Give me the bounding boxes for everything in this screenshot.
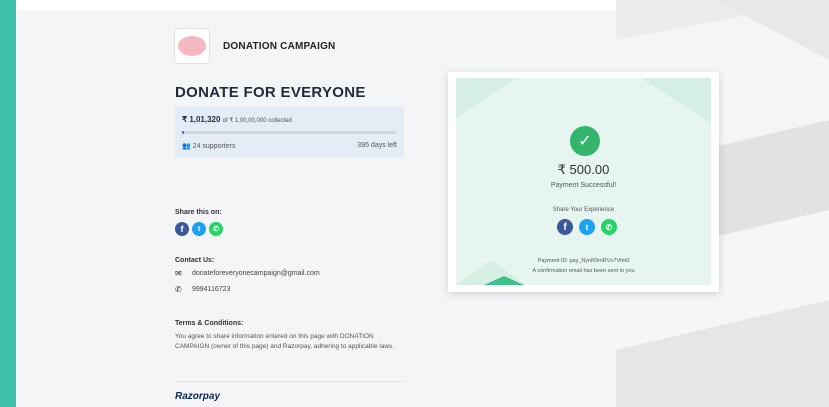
payment-success-card: ✓ ₹ 500.00 Payment Successful! Share You… [448, 72, 719, 292]
payment-success-panel: ✓ ₹ 500.00 Payment Successful! Share You… [456, 78, 711, 285]
payment-status: Payment Successful! [550, 182, 617, 189]
twitter-icon[interactable]: t [192, 222, 206, 236]
card-share-buttons: f t ✆ [557, 219, 617, 235]
progress-bar-fill [182, 131, 185, 134]
payment-id: Payment ID: pay_NynR9mRVn7Vtm0 [537, 258, 630, 264]
campaign-logo [174, 28, 210, 64]
terms-label: Terms & Conditions: [175, 320, 244, 327]
campaign-header: DONATION CAMPAIGN [174, 28, 335, 64]
whatsapp-icon[interactable]: ✆ [601, 219, 617, 235]
collected-suffix: of ₹ 1,00,00,000 collected [222, 118, 292, 124]
contact-phone[interactable]: 9994116723 [192, 286, 230, 293]
accent-strip [0, 0, 16, 407]
page-title: DONATE FOR EVERYONE [175, 84, 366, 101]
logo-badge [178, 36, 206, 56]
facebook-icon[interactable]: f [557, 219, 573, 235]
collected-amount: ₹ 1,01,320 [182, 115, 221, 124]
contact-label: Contact Us: [175, 257, 215, 264]
twitter-icon[interactable]: t [579, 219, 595, 235]
contact-email[interactable]: donateforeveryonecampaign@gmail.com [192, 270, 320, 277]
success-check-icon: ✓ [570, 126, 600, 156]
supporters-icon: 👥 [182, 143, 191, 150]
mail-icon: ✉ [175, 269, 182, 278]
share-label: Share this on: [175, 209, 222, 216]
terms-text: You agree to share information entered o… [175, 333, 395, 350]
whatsapp-icon[interactable]: ✆ [209, 222, 223, 236]
payment-amount: ₹ 500.00 [557, 162, 610, 177]
confirmation-message: A confirmation email has been sent to yo… [532, 268, 635, 274]
share-buttons: f t ✆ [175, 222, 223, 236]
supporters-count: 👥 24 supporters [182, 142, 235, 150]
razorpay-logo: Razorpay [175, 391, 221, 402]
progress-bar [182, 131, 396, 134]
days-left: 395 days left [357, 142, 397, 149]
divider [175, 381, 402, 382]
progress-card: ₹ 1,01,320 of ₹ 1,00,00,000 collected 👥 … [175, 106, 404, 158]
phone-icon: ✆ [175, 285, 182, 294]
contact-phone-row: ✆ 9994116723 [175, 285, 230, 294]
facebook-icon[interactable]: f [175, 222, 189, 236]
contact-email-row: ✉ donateforeveryonecampaign@gmail.com [175, 269, 320, 278]
share-experience-label: Share Your Experience [552, 207, 615, 213]
top-margin [16, 0, 616, 10]
brand-name: DONATION CAMPAIGN [223, 40, 336, 52]
supporters-label: 24 supporters [192, 143, 236, 150]
collected-text: ₹ 1,01,320 of ₹ 1,00,00,000 collected [182, 115, 292, 124]
